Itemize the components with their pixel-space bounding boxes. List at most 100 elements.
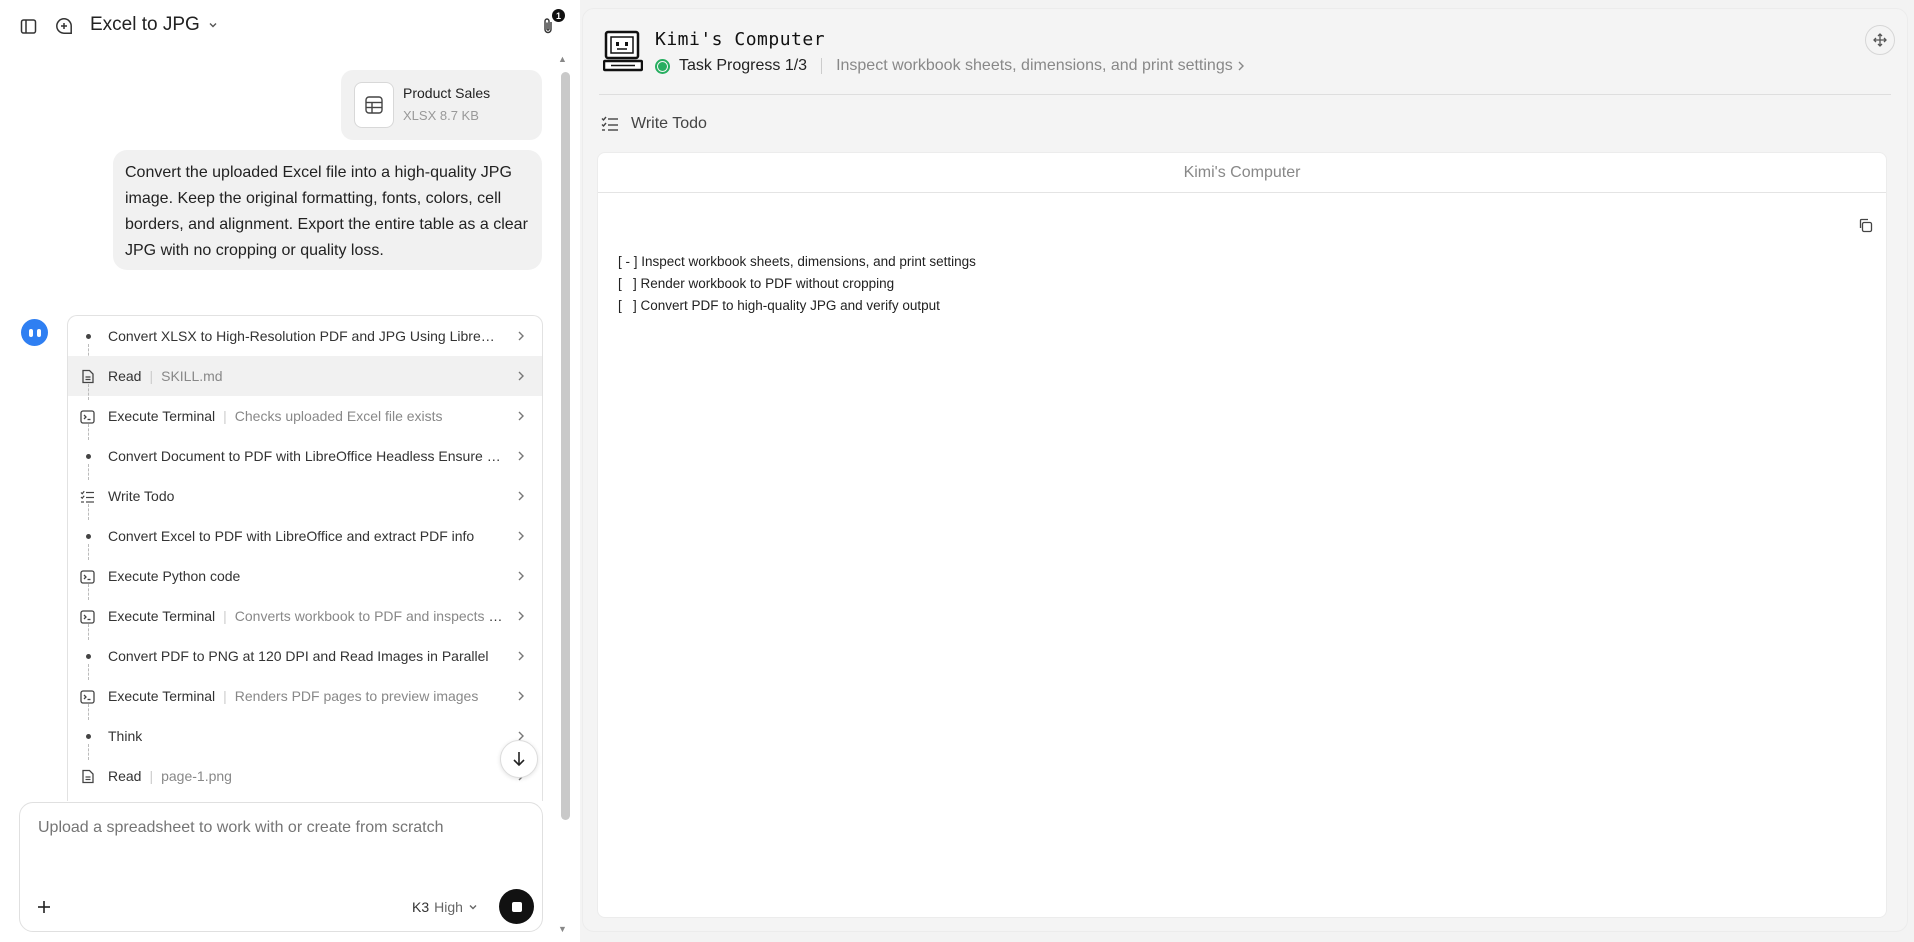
scroll-up-arrow[interactable]: ▲ — [558, 54, 567, 64]
chevron-down-icon — [469, 905, 477, 910]
tool-steps-list: Convert XLSX to High-Resolution PDF and … — [67, 315, 543, 801]
step-label: Convert PDF to PNG at 120 DPI and Read I… — [108, 648, 489, 664]
step-item[interactable]: Convert XLSX to High-Resolution PDF and … — [68, 316, 542, 360]
chevron-right-icon — [516, 409, 526, 423]
computer-viewer: Kimi's Computer [ - ] Inspect workbook s… — [597, 152, 1887, 918]
bullet-icon — [86, 454, 91, 459]
step-item[interactable]: Read | page-1.png — [68, 756, 542, 796]
computer-title: Kimi's Computer — [655, 29, 826, 50]
chevron-down-icon — [209, 23, 217, 28]
chat-scrollbar-thumb[interactable] — [561, 72, 570, 820]
plus-icon — [38, 901, 50, 913]
scroll-down-arrow[interactable]: ▼ — [558, 924, 567, 934]
spreadsheet-file-icon — [354, 82, 394, 128]
divider — [599, 94, 1891, 95]
todo-item: [ - ] Inspect workbook sheets, dimension… — [618, 254, 976, 269]
chevron-right-icon — [516, 329, 526, 343]
step-detail: Converts workbook to PDF and inspects pa… — [234, 608, 503, 624]
expand-button[interactable] — [1865, 25, 1895, 55]
chat-title-text: Excel to JPG — [90, 14, 200, 35]
step-item[interactable]: Think — [68, 716, 542, 760]
bullet-icon — [86, 654, 91, 659]
step-label: Execute Terminal — [108, 688, 216, 704]
step-item[interactable]: Write Todo — [68, 476, 542, 520]
terminal-icon — [80, 569, 95, 584]
chat-panel: Excel to JPG 1 ▲ ▼ Product Sales XLSX 8.… — [0, 0, 580, 942]
computer-panel: Kimi's Computer Task Progress 1/3 Inspec… — [582, 8, 1908, 932]
chevron-right-icon — [516, 649, 526, 663]
model-name: K3 — [412, 899, 430, 915]
todo-item: [ ] Render workbook to PDF without cropp… — [618, 276, 895, 291]
scroll-to-bottom-button[interactable] — [500, 740, 538, 778]
step-item[interactable]: Execute Terminal | Renders PDF pages to pr… — [68, 676, 542, 720]
step-item[interactable]: Execute Terminal | Checks uploaded Excel f… — [68, 396, 542, 440]
attachment-name: Product Sales — [403, 85, 491, 101]
status-indicator-icon — [655, 58, 670, 74]
expand-icon — [1873, 33, 1887, 47]
stop-button[interactable] — [499, 889, 534, 924]
attachment-meta: XLSX 8.7 KB — [403, 108, 479, 123]
computer-icon — [603, 30, 643, 72]
message-input[interactable] — [38, 819, 518, 837]
step-detail: Renders PDF pages to preview images — [234, 688, 479, 704]
current-task-label: Inspect workbook sheets, dimensions, and… — [836, 57, 1233, 74]
step-item[interactable]: Convert Excel to PDF with LibreOffice an… — [68, 516, 542, 560]
task-progress-label: Task Progress 1/3 — [679, 57, 808, 74]
attachment-card[interactable]: Product Sales XLSX 8.7 KB — [341, 70, 542, 140]
step-label: Read — [108, 368, 142, 384]
model-level: High — [434, 899, 463, 915]
assistant-avatar — [21, 319, 48, 346]
chevron-right-icon — [516, 529, 526, 543]
chevron-right-icon — [516, 449, 526, 463]
new-chat-icon[interactable] — [53, 15, 75, 37]
step-item[interactable]: Convert Document to PDF with LibreOffice… — [68, 436, 542, 480]
step-detail: page-1.png — [161, 768, 232, 784]
terminal-icon — [80, 689, 95, 704]
terminal-icon — [80, 609, 95, 624]
tool-header: Write Todo — [601, 115, 707, 133]
step-label: Execute Python code — [108, 568, 241, 584]
step-item[interactable]: Convert PDF to PNG at 120 DPI and Read I… — [68, 636, 542, 680]
bullet-icon — [86, 334, 91, 339]
todo-list-icon — [601, 116, 618, 131]
add-button[interactable] — [34, 897, 54, 917]
chevron-right-icon — [516, 569, 526, 583]
step-label: Think — [108, 728, 143, 744]
todo-list-icon — [80, 489, 95, 504]
file-icon — [80, 769, 95, 784]
bullet-icon — [86, 734, 91, 739]
chevron-right-icon — [516, 689, 526, 703]
sidebar-toggle-icon[interactable] — [17, 15, 39, 37]
viewer-title: Kimi's Computer — [598, 153, 1886, 193]
current-task-link[interactable]: Inspect workbook sheets, dimensions, and… — [836, 57, 1245, 75]
attachment-count-badge: 1 — [552, 9, 565, 22]
composer: K3 High — [19, 802, 543, 932]
step-label: Read — [108, 768, 142, 784]
step-label: Convert Document to PDF with LibreOffice… — [108, 448, 503, 464]
copy-button[interactable] — [1856, 216, 1874, 234]
arrow-down-icon — [513, 752, 525, 767]
step-label: Execute Terminal — [108, 408, 216, 424]
user-message: Convert the uploaded Excel file into a h… — [113, 150, 542, 270]
bullet-icon — [86, 534, 91, 539]
model-selector[interactable]: K3 High — [412, 899, 478, 915]
step-detail: Checks uploaded Excel file exists — [234, 408, 443, 424]
step-label: Convert XLSX to High-Resolution PDF and … — [108, 328, 503, 344]
todo-item: [ ] Convert PDF to high-quality JPG and … — [618, 298, 940, 313]
step-label: Write Todo — [108, 488, 175, 504]
step-item[interactable]: Execute Python code — [68, 556, 542, 600]
stop-icon — [511, 901, 522, 912]
copy-icon — [1859, 218, 1872, 232]
task-progress: Task Progress 1/3 Inspect workbook sheet… — [655, 57, 1245, 75]
chevron-right-icon — [516, 489, 526, 503]
chevron-right-icon — [516, 609, 526, 623]
chevron-right-icon — [516, 369, 526, 383]
step-label: Execute Terminal — [108, 608, 216, 624]
step-item[interactable]: Execute Terminal | Converts workbook to PD… — [68, 596, 542, 640]
step-detail: SKILL.md — [161, 368, 223, 384]
step-item[interactable]: Read | SKILL.md — [68, 356, 542, 400]
terminal-icon — [80, 409, 95, 424]
file-icon — [80, 369, 95, 384]
tool-label: Write Todo — [631, 115, 707, 132]
chat-title[interactable]: Excel to JPG — [90, 14, 218, 36]
